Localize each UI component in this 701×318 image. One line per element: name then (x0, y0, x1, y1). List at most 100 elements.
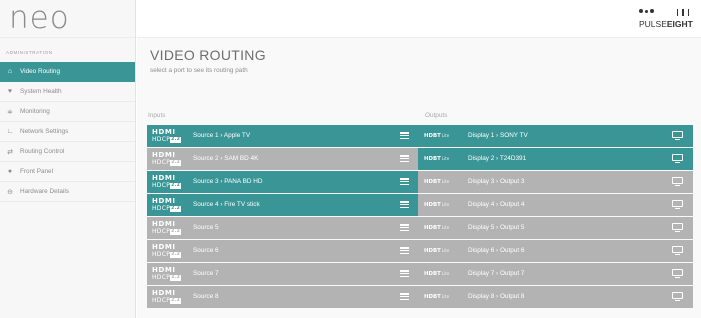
logo-text: neo (9, 0, 70, 36)
output-label: Display 4 › Output 4 (468, 201, 525, 208)
input-row-2[interactable]: HDMI HDCP2.2 Source 2 › SAM BD 4K (147, 148, 419, 170)
list-icon[interactable] (400, 293, 409, 301)
page-subtitle: select a port to see its routing path (150, 67, 248, 74)
monitor-icon[interactable] (672, 200, 683, 210)
hdbaset-badge: HDBTLite (424, 202, 450, 208)
hdbaset-badge: HDBTLite (424, 294, 450, 300)
input-label: Source 1 › Apple TV (193, 132, 251, 139)
list-icon[interactable] (400, 247, 409, 255)
sidebar-item-hardware-details[interactable]: ⊖ Hardware Details (0, 182, 135, 202)
input-label: Source 8 (193, 293, 219, 300)
hdbaset-badge: HDBTLite (424, 225, 450, 231)
list-icon[interactable] (400, 178, 409, 186)
hdmi-hdcp-badge: HDMI HDCP2.2 (152, 128, 182, 143)
input-label: Source 7 (193, 270, 219, 277)
hdbaset-badge: HDBTLite (424, 133, 450, 139)
list-icon[interactable] (400, 224, 409, 232)
output-label: Display 3 › Output 3 (468, 178, 525, 185)
monitor-icon[interactable] (672, 177, 683, 187)
output-label: Display 2 › T24D391 (468, 155, 527, 162)
monitor-icon[interactable] (672, 131, 683, 141)
sidebar-item-label: Monitoring (20, 108, 50, 115)
network-icon: ∟ (6, 128, 14, 135)
output-label: Display 1 › SONY TV (468, 132, 528, 139)
monitor-icon[interactable] (672, 154, 683, 164)
brand-wordmark: PULSEEIGHT (639, 19, 693, 29)
neo-logo[interactable]: neo (0, 0, 135, 38)
heart-icon: ♥ (7, 88, 13, 95)
input-row-3[interactable]: HDMI HDCP2.2 Source 3 › PANA BD HD (147, 171, 419, 193)
input-row-8[interactable]: HDMI HDCP2.2 Source 8 (147, 286, 419, 308)
sidebar-item-routing-control[interactable]: ⇄ Routing Control (0, 142, 135, 162)
output-label: Display 8 › Output 8 (468, 293, 525, 300)
input-row-4[interactable]: HDMI HDCP2.2 Source 4 › Fire TV stick (147, 194, 419, 216)
monitor-icon[interactable] (672, 269, 683, 279)
list-icon[interactable] (400, 201, 409, 209)
hdmi-hdcp-badge: HDMI HDCP2.2 (152, 174, 182, 189)
sidebar-item-label: Front Panel (20, 168, 54, 175)
output-row-7[interactable]: HDBTLite Display 7 › Output 7 (418, 263, 693, 285)
input-label: Source 3 › PANA BD HD (193, 178, 263, 185)
sidebar-item-video-routing[interactable]: ⌂ Video Routing (0, 62, 135, 82)
hdbaset-badge: HDBTLite (424, 156, 450, 162)
sidebar-item-monitoring[interactable]: ≑ Monitoring (0, 102, 135, 122)
hdmi-hdcp-badge: HDMI HDCP2.2 (152, 266, 182, 281)
monitor-icon[interactable] (672, 292, 683, 302)
hdmi-hdcp-badge: HDMI HDCP2.2 (152, 197, 182, 212)
list-icon[interactable] (400, 270, 409, 278)
brand-dots (639, 9, 654, 13)
output-row-1[interactable]: HDBTLite Display 1 › SONY TV (418, 125, 693, 147)
output-label: Display 6 › Output 6 (468, 247, 525, 254)
output-row-4[interactable]: HDBTLite Display 4 › Output 4 (418, 194, 693, 216)
inputs-list: HDMI HDCP2.2 Source 1 › Apple TV HDMI HDCP2.… (147, 125, 419, 309)
main-content: VIDEO ROUTING select a port to see its r… (137, 38, 701, 318)
input-row-1[interactable]: HDMI HDCP2.2 Source 1 › Apple TV (147, 125, 419, 147)
output-row-5[interactable]: HDBTLite Display 5 › Output 5 (418, 217, 693, 239)
page-title: VIDEO ROUTING (150, 47, 266, 63)
hdmi-hdcp-badge: HDMI HDCP2.2 (152, 243, 182, 258)
sidebar-item-network-settings[interactable]: ∟ Network Settings (0, 122, 135, 142)
hdbaset-badge: HDBTLite (424, 248, 450, 254)
outputs-heading: Outputs (425, 112, 448, 119)
list-icon[interactable] (400, 132, 409, 140)
output-row-3[interactable]: HDBTLite Display 3 › Output 3 (418, 171, 693, 193)
hdmi-hdcp-badge: HDMI HDCP2.2 (152, 151, 182, 166)
sidebar-item-label: Hardware Details (20, 188, 70, 195)
output-row-6[interactable]: HDBTLite Display 6 › Output 6 (418, 240, 693, 262)
list-icon[interactable] (400, 155, 409, 163)
sidebar: neo ADMINISTRATION ⌂ Video Routing ♥ Sys… (0, 0, 136, 318)
output-row-2[interactable]: HDBTLite Display 2 › T24D391 (418, 148, 693, 170)
input-label: Source 4 › Fire TV stick (193, 201, 260, 208)
input-row-7[interactable]: HDMI HDCP2.2 Source 7 (147, 263, 419, 285)
sidebar-item-label: Routing Control (20, 148, 65, 155)
input-label: Source 6 (193, 247, 219, 254)
top-header: PULSEEIGHT (137, 0, 701, 38)
input-label: Source 5 (193, 224, 219, 231)
sliders-icon: ⇄ (7, 148, 13, 156)
inputs-heading: Inputs (148, 112, 166, 119)
sidebar-item-system-health[interactable]: ♥ System Health (0, 82, 135, 102)
sidebar-item-front-panel[interactable]: ● Front Panel (0, 162, 135, 182)
monitor-icon[interactable] (672, 223, 683, 233)
chip-icon: ⊖ (7, 188, 13, 196)
input-row-5[interactable]: HDMI HDCP2.2 Source 5 (147, 217, 419, 239)
hdmi-hdcp-badge: HDMI HDCP2.2 (152, 289, 182, 304)
input-label: Source 2 › SAM BD 4K (193, 155, 259, 162)
sidebar-nav: ⌂ Video Routing ♥ System Health ≑ Monito… (0, 62, 135, 202)
sidebar-item-label: Video Routing (20, 68, 61, 75)
brand-bars (676, 9, 689, 16)
sidebar-section-label: ADMINISTRATION (6, 50, 53, 55)
input-row-6[interactable]: HDMI HDCP2.2 Source 6 (147, 240, 419, 262)
home-icon: ⌂ (7, 68, 13, 75)
sidebar-item-label: Network Settings (20, 128, 69, 135)
chart-icon: ≑ (7, 108, 13, 116)
output-label: Display 7 › Output 7 (468, 270, 525, 277)
sidebar-item-label: System Health (20, 88, 62, 95)
output-label: Display 5 › Output 5 (468, 224, 525, 231)
hdmi-hdcp-badge: HDMI HDCP2.2 (152, 220, 182, 235)
output-row-8[interactable]: HDBTLite Display 8 › Output 8 (418, 286, 693, 308)
hdbaset-badge: HDBTLite (424, 179, 450, 185)
monitor-icon[interactable] (672, 246, 683, 256)
outputs-list: HDBTLite Display 1 › SONY TV HDBTLite Displ… (418, 125, 693, 309)
panel-icon: ● (7, 168, 13, 175)
